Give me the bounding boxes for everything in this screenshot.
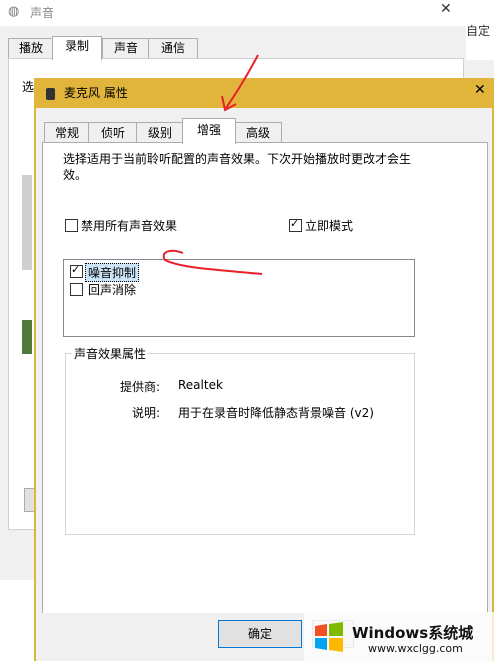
effect-description-label: 说明: [132,406,161,420]
echo-cancellation-checkbox[interactable] [70,283,83,296]
dialog-close-button[interactable]: ✕ [474,82,486,98]
right-edge-text: 自定 [466,24,491,38]
enhancements-panel: 选择适用于当前聆听配置的声音效果。下次开始播放时更改才会生效。 禁用所有声音效果… [42,142,488,614]
tab-sounds[interactable]: 声音 [102,38,150,59]
tab-advanced[interactable]: 高级 [234,122,282,143]
disable-all-checkbox[interactable] [65,219,78,232]
microphone-icon [46,88,55,100]
enhancements-description: 选择适用于当前聆听配置的声音效果。下次开始播放时更改才会生效。 [63,152,412,182]
immediate-mode-checkbox[interactable]: ✓ [289,217,302,232]
tab-playback[interactable]: 播放 [8,38,54,59]
effect-properties-title: 声音效果属性 [72,345,149,362]
dialog-title: 麦克风 属性 [64,86,128,100]
tab-listen[interactable]: 侦听 [88,122,138,143]
sound-window-close-button[interactable]: ✕ [440,1,452,17]
speaker-icon: ◍ [8,4,20,19]
microphone-properties-dialog: 麦克风 属性 ✕ 常规 侦听 级别 增强 高级 选择适用于当前聆听配置的声音效果… [34,78,494,661]
provider-value: Realtek [178,378,223,392]
provider-label: 提供商: [120,380,161,394]
sound-window-titlebar: ◍ 声音 ✕ [0,0,466,26]
noise-suppression-label[interactable]: 噪音抑制 [85,263,140,282]
level-meter-fragment [22,320,32,354]
noise-suppression-checkbox[interactable]: ✓ [70,263,83,278]
device-list-fragment [22,175,32,270]
tab-recording[interactable]: 录制 [52,36,102,60]
effect-properties-group: 声音效果属性 提供商: Realtek 说明: 用于在录音时降低静态背景噪音 (… [65,345,415,535]
check-icon: ✓ [71,263,81,276]
watermark-brand: Windows系统城 [352,624,474,642]
tab-enhancements[interactable]: 增强 [182,118,236,144]
immediate-mode-label[interactable]: 立即模式 [305,217,353,234]
disable-all-label[interactable]: 禁用所有声音效果 [81,217,177,234]
echo-cancellation-label[interactable]: 回声消除 [88,281,136,298]
tab-communications[interactable]: 通信 [148,38,198,59]
sound-window-title: 声音 [30,6,55,20]
check-icon: ✓ [290,217,300,230]
recording-select-text: 选 [22,80,35,94]
watermark-url: www.wxclgg.com [368,642,463,655]
windows-logo-icon [315,622,343,652]
dialog-body: 常规 侦听 级别 增强 高级 选择适用于当前聆听配置的声音效果。下次开始播放时更… [36,108,492,661]
watermark: Windows系统城 www.wxclgg.com [304,612,494,661]
effects-list[interactable]: ✓ 噪音抑制 回声消除 [63,259,415,337]
ok-button[interactable]: 确定 [218,620,302,648]
effect-description-value: 用于在录音时降低静态背景噪音 (v2) [178,406,374,420]
tab-general[interactable]: 常规 [44,122,90,143]
tab-levels[interactable]: 级别 [136,122,184,143]
